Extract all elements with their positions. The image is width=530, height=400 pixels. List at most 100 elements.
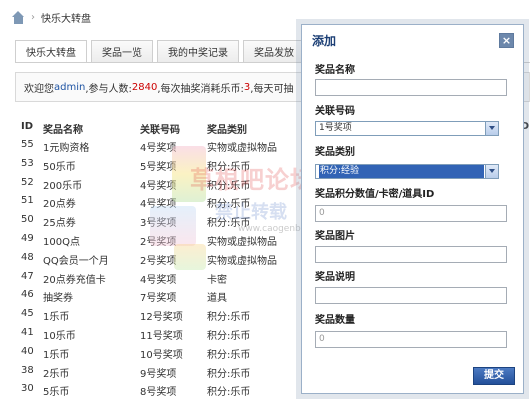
table-cell-name: 1乐币 <box>43 312 70 324</box>
table-cell-link: 4号奖项 <box>140 274 177 286</box>
prize-desc-input[interactable] <box>315 287 507 304</box>
chevron-down-icon[interactable] <box>485 122 498 135</box>
watermark-shape <box>150 206 196 246</box>
dialog-title: 添加 <box>312 33 337 48</box>
tab-prize-list[interactable]: 奖品一览 <box>91 40 153 62</box>
prize-type-value: 积分:经验 <box>319 165 484 178</box>
table-row: 45 1乐币 12号奖项 积分:乐币 <box>15 305 315 324</box>
table-cell-name: 50乐币 <box>43 161 76 173</box>
table-cell-type: 积分:乐币 <box>207 387 251 399</box>
table-cell-link: 7号奖项 <box>140 293 177 305</box>
welcome-prefix: 欢迎您 <box>24 83 54 95</box>
add-prize-dialog: 添加 × 奖品名称 关联号码 1号奖项 奖品类别 积分:经验 奖品积分数值/卡密… <box>301 24 524 394</box>
welcome-text-1: ,参与人数: <box>85 83 132 95</box>
table-cell-name: 20点券充值卡 <box>43 274 106 286</box>
prize-type-select[interactable]: 积分:经验 <box>315 164 499 179</box>
participant-count: 2840 <box>131 81 158 93</box>
chevron-down-icon[interactable] <box>485 165 498 178</box>
tab-bar: 快乐大转盘 奖品一览 我的中奖记录 奖品发放 中 <box>15 40 345 62</box>
watermark-text-2: 禁止转载 <box>215 202 287 223</box>
prize-value-input[interactable]: 0 <box>315 205 507 222</box>
table-cell-link: 9号奖项 <box>140 368 177 380</box>
table-cell-name: 1元购资格 <box>43 143 90 154</box>
tab-my-records[interactable]: 我的中奖记录 <box>157 40 239 62</box>
header-id: ID <box>21 121 34 132</box>
table-cell-id: 53 <box>21 157 34 169</box>
table-cell-link: 4号奖项 <box>140 180 177 192</box>
breadcrumb-current: 快乐大转盘 <box>41 13 91 25</box>
home-icon[interactable] <box>12 10 25 24</box>
table-cell-id: 48 <box>21 251 34 263</box>
table-cell-link: 8号奖项 <box>140 387 177 399</box>
table-cell-id: 46 <box>21 289 34 301</box>
table-cell-id: 38 <box>21 364 34 376</box>
table-cell-type: 积分:乐币 <box>207 330 251 342</box>
tab-prize-distribution[interactable]: 奖品发放 <box>243 40 305 62</box>
watermark-shape <box>174 244 206 270</box>
table-cell-type: 积分:乐币 <box>207 312 251 324</box>
table-cell-id: 55 <box>21 139 34 150</box>
table-cell-type: 积分:乐币 <box>207 368 251 380</box>
table-row: 40 1乐币 10号奖项 积分:乐币 <box>15 343 315 362</box>
table-cell-link: 11号奖项 <box>140 330 183 342</box>
table-cell-name: QQ会员一个月 <box>43 255 109 267</box>
table-cell-link: 12号奖项 <box>140 312 183 324</box>
table-row: 30 5乐币 8号奖项 积分:乐币 <box>15 380 315 399</box>
table-cell-type: 实物或虚拟物品 <box>207 255 277 267</box>
table-cell-name: 20点券 <box>43 199 76 211</box>
table-row: 46 抽奖券 7号奖项 道具 <box>15 286 315 305</box>
prize-image-input[interactable] <box>315 246 507 263</box>
table-cell-id: 40 <box>21 345 34 357</box>
table-cell-type: 积分:乐币 <box>207 349 251 361</box>
link-number-select[interactable]: 1号奖项 <box>315 121 499 136</box>
dialog-header: 添加 × <box>302 25 523 55</box>
prize-type-label: 奖品类别 <box>315 147 355 158</box>
table-row: 48 QQ会员一个月 2号奖项 实物或虚拟物品 <box>15 249 315 268</box>
table-cell-type: 实物或虚拟物品 <box>207 143 277 154</box>
table-cell-id: 30 <box>21 383 34 395</box>
table-row: 41 10乐币 11号奖项 积分:乐币 <box>15 324 315 343</box>
table-cell-name: 25点券 <box>43 218 76 230</box>
table-row: 55 1元购资格 4号奖项 实物或虚拟物品 <box>15 136 315 155</box>
breadcrumb-separator: › <box>31 11 35 23</box>
table-cell-type: 道具 <box>207 293 227 305</box>
submit-button[interactable]: 提交 <box>473 367 515 385</box>
link-number-label: 关联号码 <box>315 106 355 117</box>
table-cell-link: 10号奖项 <box>140 349 183 361</box>
prize-desc-label: 奖品说明 <box>315 272 355 283</box>
table-cell-link: 4号奖项 <box>140 143 177 154</box>
table-cell-id: 51 <box>21 195 34 207</box>
table-cell-id: 41 <box>21 326 34 338</box>
table-cell-name: 10乐币 <box>43 330 76 342</box>
welcome-text-3: ,每天可抽 <box>250 83 294 95</box>
table-cell-name: 1乐币 <box>43 349 70 361</box>
table-cell-id: 49 <box>21 232 34 244</box>
table-cell-type: 实物或虚拟物品 <box>207 236 277 248</box>
table-cell-id: 45 <box>21 308 34 320</box>
watermark-text: 草根吧论坛 <box>190 166 315 194</box>
header-prize-type: 奖品类别 <box>207 125 247 136</box>
header-prize-name: 奖品名称 <box>43 125 83 136</box>
close-icon[interactable]: × <box>499 32 514 48</box>
table-row: 47 20点券充值卡 4号奖项 卡密 <box>15 268 315 287</box>
table-cell-name: 2乐币 <box>43 368 70 380</box>
prize-qty-input[interactable]: 0 <box>315 331 507 348</box>
welcome-username: admin <box>54 81 86 93</box>
prize-qty-label: 奖品数量 <box>315 315 355 326</box>
prize-image-label: 奖品图片 <box>315 231 355 242</box>
prize-name-input[interactable] <box>315 79 507 96</box>
tab-lucky-wheel[interactable]: 快乐大转盘 <box>15 40 87 62</box>
table-cell-name: 200乐币 <box>43 180 83 192</box>
table-cell-type: 卡密 <box>207 274 227 286</box>
header-link-number: 关联号码 <box>140 125 180 136</box>
table-cell-link: 5号奖项 <box>140 161 177 173</box>
prize-name-label: 奖品名称 <box>315 65 355 76</box>
table-cell-link: 2号奖项 <box>140 255 177 267</box>
table-cell-name: 5乐币 <box>43 387 70 399</box>
table-cell-name: 100Q点 <box>43 236 80 248</box>
table-row: 38 2乐币 9号奖项 积分:乐币 <box>15 362 315 381</box>
table-cell-id: 47 <box>21 270 34 282</box>
welcome-text-2: ,每次抽奖消耗乐币: <box>157 83 244 95</box>
table-cell-name: 抽奖券 <box>43 293 73 305</box>
table-cell-id: 52 <box>21 176 34 188</box>
